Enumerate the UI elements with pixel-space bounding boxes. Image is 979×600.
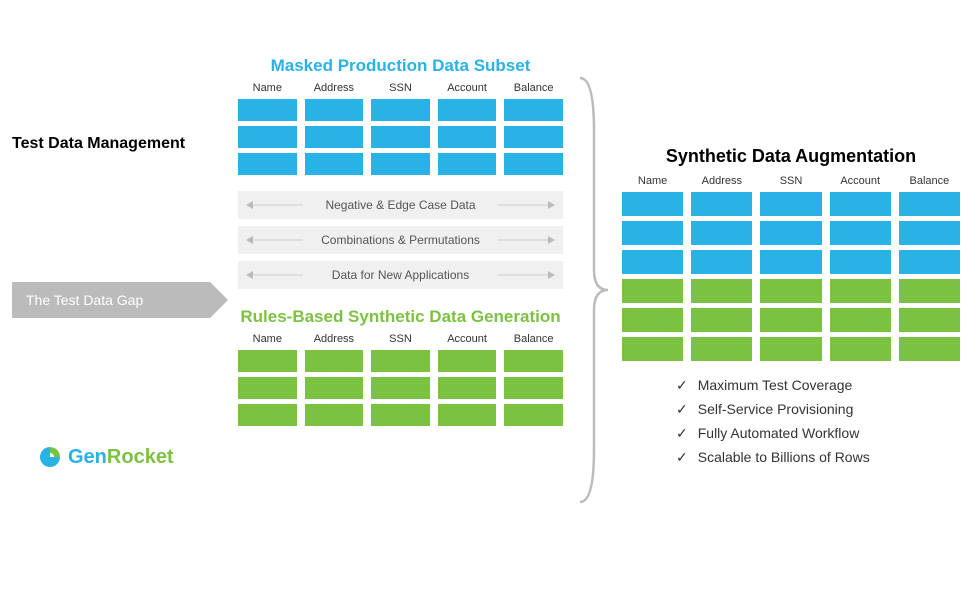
col-header: Account bbox=[438, 333, 497, 345]
gap-items-list: Negative & Edge Case Data Combinations &… bbox=[238, 191, 563, 289]
gap-item: Data for New Applications bbox=[238, 261, 563, 289]
augmentation-table: Name Address SSN Account Balance bbox=[622, 175, 960, 361]
gap-item: Negative & Edge Case Data bbox=[238, 191, 563, 219]
genrocket-logo: GenRocket bbox=[38, 445, 174, 469]
gap-item: Combinations & Permutations bbox=[238, 226, 563, 254]
synthetic-gen-table: Name Address SSN Account Balance bbox=[238, 333, 563, 426]
table-row bbox=[622, 337, 960, 361]
col-header: Balance bbox=[899, 175, 960, 187]
col-header: SSN bbox=[760, 175, 821, 187]
augmentation-title: Synthetic Data Augmentation bbox=[622, 146, 960, 167]
test-data-management-label: Test Data Management bbox=[12, 135, 185, 153]
table-row bbox=[238, 404, 563, 426]
benefit-item: Fully Automated Workflow bbox=[676, 425, 960, 442]
table-row bbox=[622, 250, 960, 274]
col-header: Name bbox=[238, 82, 297, 94]
diagram-container: Test Data Management The Test Data Gap G… bbox=[0, 0, 979, 600]
col-header: Name bbox=[622, 175, 683, 187]
right-column: Synthetic Data Augmentation Name Address… bbox=[622, 146, 960, 466]
table-row bbox=[622, 279, 960, 303]
col-header: Balance bbox=[504, 82, 563, 94]
col-header: Address bbox=[691, 175, 752, 187]
synthetic-gen-title: Rules-Based Synthetic Data Generation bbox=[238, 307, 563, 327]
benefit-item: Scalable to Billions of Rows bbox=[676, 449, 960, 466]
masked-data-title: Masked Production Data Subset bbox=[238, 56, 563, 76]
brace-icon bbox=[572, 70, 612, 510]
gap-arrow-label: The Test Data Gap bbox=[26, 292, 143, 308]
col-header: Account bbox=[830, 175, 891, 187]
col-header: Name bbox=[238, 333, 297, 345]
logo-text: GenRocket bbox=[68, 446, 174, 469]
genrocket-icon bbox=[38, 445, 62, 469]
col-header: Address bbox=[305, 333, 364, 345]
table-row bbox=[238, 153, 563, 175]
col-header: SSN bbox=[371, 333, 430, 345]
benefit-item: Maximum Test Coverage bbox=[676, 377, 960, 394]
test-data-gap-arrow: The Test Data Gap bbox=[12, 282, 210, 318]
table-row bbox=[622, 192, 960, 216]
benefits-list: Maximum Test Coverage Self-Service Provi… bbox=[676, 377, 960, 466]
table-row bbox=[238, 377, 563, 399]
table-row bbox=[622, 221, 960, 245]
table-row bbox=[622, 308, 960, 332]
col-header: Address bbox=[305, 82, 364, 94]
col-header: Account bbox=[438, 82, 497, 94]
table-row bbox=[238, 99, 563, 121]
col-header: Balance bbox=[504, 333, 563, 345]
masked-data-table: Name Address SSN Account Balance bbox=[238, 82, 563, 175]
col-header: SSN bbox=[371, 82, 430, 94]
table-row bbox=[238, 126, 563, 148]
benefit-item: Self-Service Provisioning bbox=[676, 401, 960, 418]
center-column: Masked Production Data Subset Name Addre… bbox=[238, 56, 563, 426]
table-row bbox=[238, 350, 563, 372]
